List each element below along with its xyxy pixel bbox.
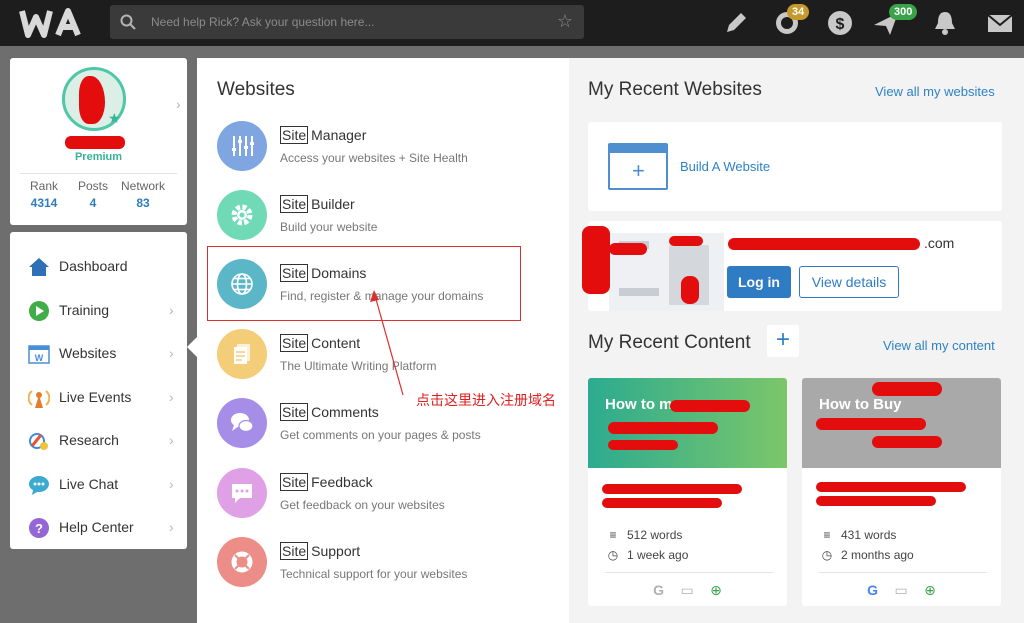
pencil-icon[interactable] [722, 9, 750, 37]
page-icon[interactable]: ▭ [894, 582, 907, 599]
view-all-websites-link[interactable]: View all my websites [875, 84, 995, 99]
word-count: ≡ 512 words [605, 528, 682, 542]
sidebar-item-live-chat[interactable]: Live Chat › [10, 464, 187, 504]
websites-icon: W [28, 345, 50, 364]
google-icon[interactable]: G [653, 582, 664, 598]
svg-text:?: ? [35, 521, 43, 536]
recent-websites-title: My Recent Websites [588, 79, 762, 100]
menu-item-site-builder[interactable]: Site Builder Build your website [217, 188, 557, 246]
lines-icon: ≡ [823, 528, 831, 542]
gear-icon [217, 190, 267, 240]
divider [20, 173, 177, 174]
comments-icon [217, 398, 267, 448]
chevron-right-icon: › [169, 476, 174, 492]
website-domain: .com [924, 235, 955, 251]
menu-item-site-content[interactable]: Site Content The Ultimate Writing Platfor… [217, 327, 557, 385]
login-button[interactable]: Log in [727, 266, 791, 298]
premium-badge: Premium [74, 151, 123, 163]
timestamp: ◷ 2 months ago [819, 548, 914, 562]
wa-logo-icon[interactable] [18, 7, 94, 39]
top-bar: Need help Rick? Ask your question here..… [0, 0, 1024, 46]
annotation-text: 点击这里进入注册域名 [416, 393, 556, 409]
sidebar-item-research[interactable]: Research › [10, 420, 187, 460]
search-bar[interactable]: Need help Rick? Ask your question here..… [110, 5, 584, 39]
credits-badge: 300 [889, 4, 918, 20]
content-card[interactable]: How to Buy ≡ 431 words ◷ 2 months ago G ▭ … [802, 378, 1001, 606]
websites-menu-title: Websites [217, 79, 295, 100]
sidebar-item-websites[interactable]: W Websites › [10, 333, 187, 373]
recent-content-title: My Recent Content [588, 332, 751, 353]
content-card[interactable]: How to ms ≡512 words ◷1 week ago G ▭ ⊕ [588, 378, 787, 606]
clock-icon: ◷ [607, 548, 619, 562]
menu-pointer [187, 337, 197, 357]
upload-icon[interactable]: ⊕ [924, 582, 936, 599]
research-icon [29, 433, 48, 450]
chevron-right-icon: › [169, 345, 174, 361]
sliders-icon [217, 121, 267, 171]
website-card: .com [588, 221, 1002, 311]
google-icon[interactable]: G [867, 582, 878, 598]
page-icon[interactable]: ▭ [680, 582, 693, 599]
notifications-badge: 34 [787, 4, 810, 20]
chevron-right-icon[interactable]: › [176, 96, 181, 112]
lifebuoy-icon [217, 537, 267, 587]
upload-icon[interactable]: ⊕ [710, 582, 722, 599]
stat-posts: Posts 4 [77, 179, 108, 210]
sidebar-item-live-events[interactable]: Live Events › [10, 377, 187, 417]
highlight-box [207, 246, 521, 321]
sidebar-item-help-center[interactable]: ? Help Center › [10, 507, 187, 547]
add-content-button[interactable]: + [767, 325, 799, 357]
chevron-right-icon: › [169, 302, 174, 318]
bell-icon[interactable] [931, 9, 959, 37]
mail-icon[interactable] [986, 9, 1014, 37]
redacted-username [65, 136, 125, 149]
word-count: ≡ 431 words [819, 528, 896, 542]
search-input[interactable]: Need help Rick? Ask your question here..… [151, 15, 374, 29]
chevron-right-icon: › [169, 519, 174, 535]
sidebar-nav: Dashboard Training › W Websites › Live E… [10, 232, 187, 549]
dollar-icon[interactable]: $ [826, 9, 854, 37]
star-icon[interactable]: ☆ [557, 12, 573, 30]
view-details-button[interactable]: View details [799, 266, 899, 298]
sidebar-item-training[interactable]: Training › [10, 290, 187, 330]
svg-text:$: $ [836, 16, 845, 33]
feedback-icon [217, 468, 267, 518]
websites-menu: Websites Site Manager Access your website… [197, 58, 569, 623]
home-icon [29, 258, 49, 276]
add-website-icon: + [608, 143, 668, 190]
stat-rank: Rank 4314 [29, 179, 58, 210]
profile-card: ★ Premium › Rank 4314 Posts 4 Network 83 [10, 58, 187, 225]
chat-icon [29, 476, 49, 495]
menu-item-site-support[interactable]: Site Support Technical support for your w… [217, 535, 557, 593]
lines-icon: ≡ [609, 528, 617, 542]
documents-icon [217, 329, 267, 379]
chevron-right-icon: › [169, 432, 174, 448]
svg-text:W: W [35, 353, 44, 363]
live-events-icon [28, 390, 50, 408]
play-icon [29, 301, 49, 321]
star-icon: ★ [108, 110, 121, 126]
search-icon [120, 14, 136, 30]
menu-item-site-feedback[interactable]: Site Feedback Get feedback on your websit… [217, 466, 557, 524]
view-all-content-link[interactable]: View all my content [883, 338, 995, 353]
help-icon: ? [29, 518, 49, 538]
timestamp: ◷ 1 week ago [605, 548, 689, 562]
menu-item-site-manager[interactable]: Site Manager Access your websites + Site … [217, 119, 557, 177]
recent-panel: My Recent Websites View all my websites … [569, 58, 1024, 623]
clock-icon: ◷ [821, 548, 833, 562]
stat-network: Network 83 [120, 179, 165, 210]
sidebar-item-dashboard[interactable]: Dashboard [10, 246, 187, 286]
chevron-right-icon: › [169, 389, 174, 405]
content-title: How to Buy [819, 396, 902, 413]
build-website-card[interactable]: + Build A Website [588, 122, 1002, 211]
card-actions: G ▭ ⊕ [588, 582, 787, 600]
card-actions: G ▭ ⊕ [802, 582, 1001, 600]
